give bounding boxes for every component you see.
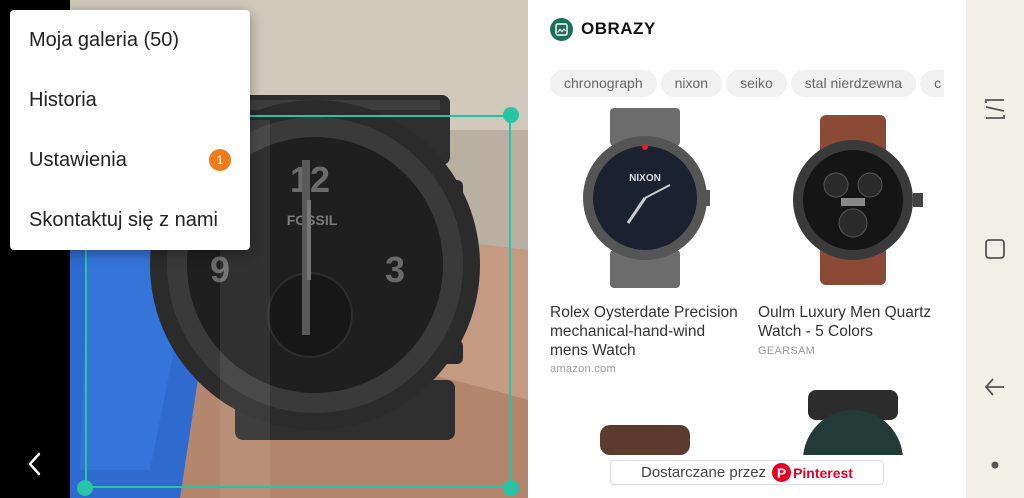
- chip-tag[interactable]: seiko: [726, 70, 787, 97]
- watch-image: [758, 105, 948, 290]
- selection-handle-bottom-right[interactable]: [503, 480, 519, 496]
- provider-label: Dostarczane przez: [641, 464, 767, 481]
- chip-tag[interactable]: nixon: [660, 70, 723, 97]
- menu-item-label: Ustawienia: [29, 148, 127, 171]
- menu-item-settings[interactable]: Ustawienia 1: [10, 130, 250, 190]
- selection-handle-top-right[interactable]: [503, 107, 519, 123]
- dot-icon[interactable]: [983, 453, 1007, 477]
- section-header: OBRAZY: [550, 17, 656, 41]
- chevron-left-icon[interactable]: [22, 446, 48, 482]
- recents-icon[interactable]: [983, 97, 1007, 121]
- result-card[interactable]: Oulm Luxury Men Quartz Watch - 5 Colors …: [758, 105, 948, 385]
- result-card-partial[interactable]: [758, 385, 948, 455]
- tag-chips: chronograph nixon seiko stal nierdzewna c: [550, 70, 944, 98]
- result-source: amazon.com: [550, 363, 616, 375]
- overflow-menu: Moja galeria (50) Historia Ustawienia 1 …: [10, 10, 250, 250]
- result-card-partial[interactable]: [550, 385, 740, 455]
- menu-item-gallery[interactable]: Moja galeria (50): [10, 10, 250, 70]
- section-title: OBRAZY: [581, 19, 656, 38]
- menu-item-label: Historia: [29, 88, 97, 111]
- chip-tag[interactable]: c: [920, 70, 944, 97]
- watch-image: NIXON: [550, 105, 740, 290]
- navigation-bar: [966, 0, 1024, 498]
- menu-item-history[interactable]: Historia: [10, 70, 250, 130]
- notification-badge: 1: [209, 149, 231, 171]
- pinterest-logo-icon: P: [772, 463, 792, 482]
- svg-text:NIXON: NIXON: [629, 173, 661, 184]
- menu-item-label: Moja galeria (50): [29, 28, 180, 51]
- home-icon[interactable]: [983, 237, 1007, 261]
- selection-handle-bottom-left[interactable]: [77, 480, 93, 496]
- result-source: GEARSAM: [758, 345, 816, 357]
- menu-item-contact[interactable]: Skontaktuj się z nami: [10, 190, 250, 250]
- result-title: Oulm Luxury Men Quartz Watch - 5 Colors: [758, 304, 932, 340]
- chip-tag[interactable]: chronograph: [550, 70, 657, 97]
- provider-attribution[interactable]: Dostarczane przez P Pinterest: [610, 460, 884, 485]
- back-arrow-icon[interactable]: [983, 375, 1007, 399]
- chip-tag[interactable]: stal nierdzewna: [790, 70, 917, 97]
- menu-item-label: Skontaktuj się z nami: [29, 208, 218, 231]
- results-panel: OBRAZY chronograph nixon seiko stal nierdze…: [528, 0, 966, 498]
- result-card[interactable]: NIXON Rolex Oysterdate Precision mechani…: [550, 105, 740, 385]
- result-title: Rolex Oysterdate Precision mechanical-ha…: [550, 304, 738, 359]
- image-icon: [550, 17, 573, 41]
- provider-name: Pinterest: [793, 464, 853, 481]
